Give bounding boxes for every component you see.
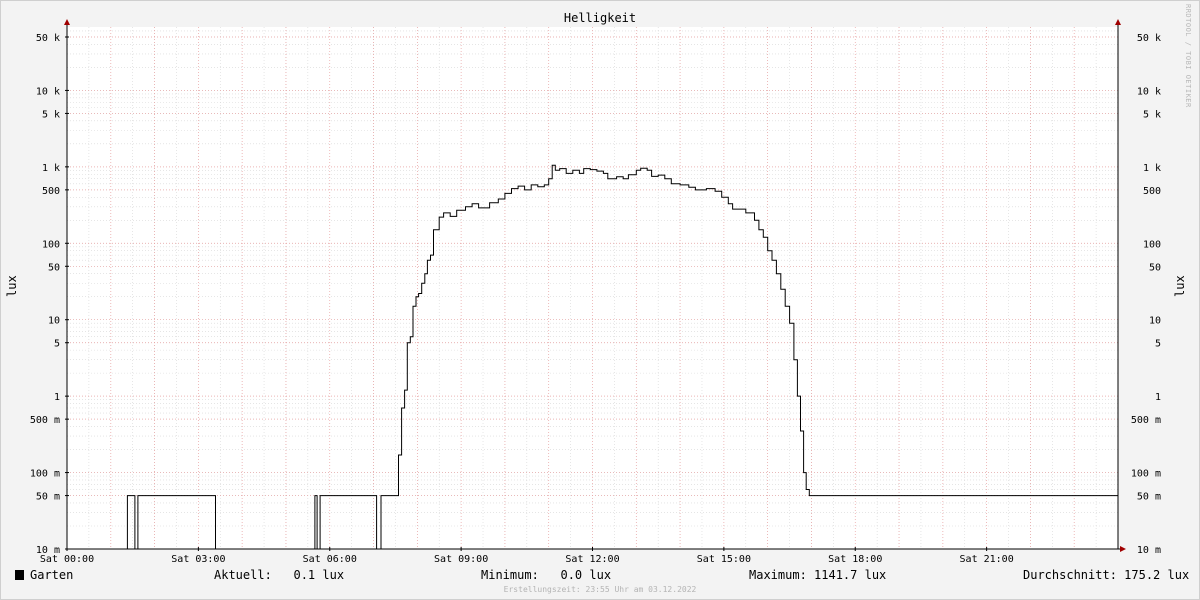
x-tick-label: Sat 09:00: [434, 554, 488, 565]
x-axis-arrow: [1120, 546, 1126, 552]
y-tick-label-right: 500 m: [1131, 415, 1161, 426]
x-tick-label: Sat 06:00: [303, 554, 357, 565]
y-tick-label-left: 10: [48, 316, 60, 327]
y-tick-label-left: 100 m: [30, 469, 60, 480]
plot-area: 50 k 50 k 10 k 10 k 5 k 5 k 1 k 1 k 500 500 100 100…: [30, 19, 1161, 565]
y-tick-label-left: 500 m: [30, 415, 60, 426]
y-tick-label-left: 50: [48, 262, 60, 273]
y-tick-label-left: 5 k: [42, 109, 60, 120]
x-tick-label: Sat 15:00: [697, 554, 751, 565]
legend-swatch: [15, 570, 24, 580]
y-tick-label-left: 1 k: [42, 163, 60, 174]
y-tick-label-left: 1: [54, 392, 60, 403]
y-tick-label-right: 50 k: [1137, 33, 1161, 44]
y-tick-label-right: 10 k: [1137, 86, 1161, 97]
y-tick-label-left: 500: [42, 186, 60, 197]
y-tick-label-right: 50: [1149, 262, 1161, 273]
y-axis-arrow-left: [64, 19, 70, 25]
y-tick-label-right: 1 k: [1143, 163, 1161, 174]
legend-maximum: Maximum: 1141.7 lux: [749, 568, 887, 582]
y-axis-arrow-right: [1115, 19, 1121, 25]
x-tick-label: Sat 03:00: [171, 554, 225, 565]
legend-minimum: Minimum: 0.0 lux: [481, 568, 612, 582]
y-tick-label-left: 50 k: [36, 33, 60, 44]
y-tick-label-right: 100: [1143, 239, 1161, 250]
y-tick-label-right: 5 k: [1143, 109, 1161, 120]
y-tick-label-right: 10: [1149, 316, 1161, 327]
x-tick-label: Sat 12:00: [565, 554, 619, 565]
y-tick-label-right: 10 m: [1137, 545, 1161, 556]
y-tick-label-right: 500: [1143, 186, 1161, 197]
y-tick-label-right: 5: [1155, 339, 1161, 350]
y-tick-label-right: 100 m: [1131, 469, 1161, 480]
footer-timestamp: Erstellungszeit: 23:55 Uhr am 03.12.2022: [503, 585, 697, 594]
legend-series-name: Garten: [30, 568, 74, 582]
y-tick-label-left: 5: [54, 339, 60, 350]
legend-aktuell: Aktuell: 0.1 lux: [214, 568, 345, 582]
x-tick-label: Sat 21:00: [960, 554, 1014, 565]
y-tick-label-right: 50 m: [1137, 492, 1161, 503]
x-tick-label: Sat 18:00: [828, 554, 882, 565]
y-tick-label-right: 1: [1155, 392, 1161, 403]
legend-durchschnitt: Durchschnitt: 175.2 lux: [1023, 568, 1190, 582]
y-tick-label-left: 50 m: [36, 492, 60, 503]
x-tick-label: Sat 00:00: [40, 554, 94, 565]
y-tick-label-left: 10 k: [36, 86, 60, 97]
y-tick-label-left: 100: [42, 239, 60, 250]
